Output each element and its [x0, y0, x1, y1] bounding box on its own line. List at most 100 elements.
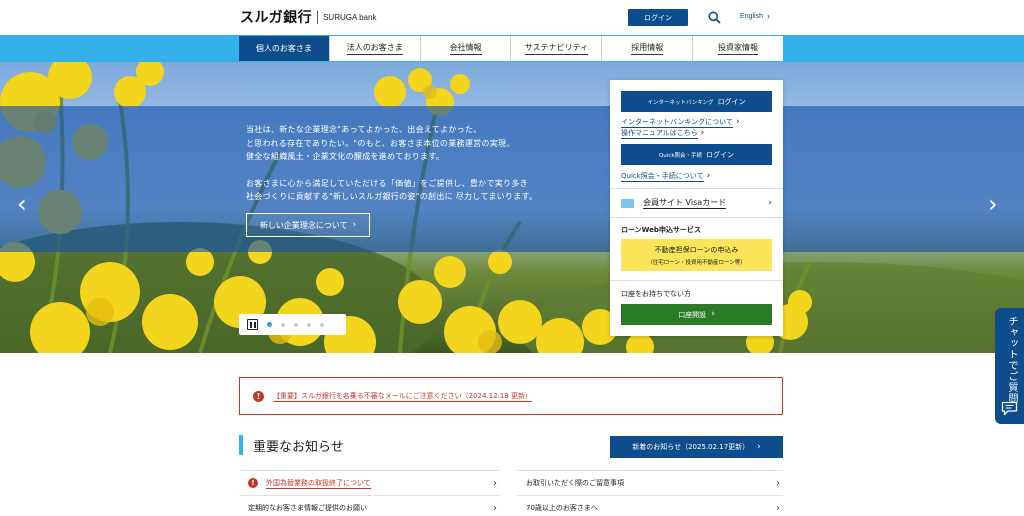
- news-item[interactable]: 70歳以上のお客さまへ ›: [517, 495, 783, 516]
- chevron-right-icon: ›: [493, 502, 497, 514]
- important-alert-banner[interactable]: ! 【重要】スルガ銀行を名乗る不審なメールにご注意ください（2024.12.18…: [239, 377, 783, 415]
- link-label: インターネットバンキングについて: [621, 118, 733, 128]
- carousel-dot[interactable]: [307, 322, 311, 327]
- chevron-right-icon: ›: [776, 502, 780, 514]
- open-account-button[interactable]: 口座開設 ›: [621, 304, 772, 325]
- button-sublabel: Quick照会・手続: [658, 152, 703, 159]
- chat-label: チャットでご質問: [1006, 316, 1017, 404]
- button-label: 不動産担保ローンの申込み: [654, 245, 739, 254]
- search-icon[interactable]: [708, 11, 721, 24]
- carousel-controls: [239, 314, 346, 335]
- alert-exclamation-icon: !: [253, 390, 264, 402]
- carousel-dot[interactable]: [320, 322, 324, 327]
- carousel-next-arrow-icon[interactable]: ›: [988, 192, 998, 216]
- carousel-dot[interactable]: [281, 322, 285, 327]
- logo-japanese: スルガ銀行: [240, 10, 313, 26]
- chat-bubble-icon: [1001, 401, 1018, 416]
- login-panel: インターネットバンキング ログイン インターネットバンキングについて › 操作マ…: [610, 80, 783, 336]
- latest-news-button[interactable]: 新着のお知らせ（2025.02.17更新） ›: [610, 436, 783, 458]
- logo-divider: [317, 10, 319, 24]
- chevron-right-icon: ›: [493, 477, 497, 489]
- english-link[interactable]: English ›: [740, 11, 770, 21]
- manual-link[interactable]: 操作マニュアルはこちら ›: [621, 128, 704, 139]
- nav-tab-company-info[interactable]: 会社情報: [421, 36, 512, 61]
- no-account-heading: 口座をお持ちでない方: [621, 290, 691, 298]
- header-login-button[interactable]: ログイン: [628, 9, 688, 26]
- news-item[interactable]: お取引いただく際のご留意事項 ›: [517, 470, 783, 495]
- hero-paragraph-1: 当社は、新たな企業理念"あってよかった、出会えてよかった、 と思われる存在であり…: [246, 123, 606, 164]
- chevron-right-icon: ›: [735, 117, 740, 127]
- nav-tab-personal[interactable]: 個人のお客さま: [239, 36, 330, 61]
- hero-carousel: 当社は、新たな企業理念"あってよかった、出会えてよかった、 と思われる存在であり…: [0, 62, 1024, 353]
- hero-line: 社会づくりに貢献する"新しいスルガ銀行の姿"の創出に 尽力してまいります。: [246, 192, 538, 201]
- button-sublabel: インターネットバンキング: [647, 99, 714, 106]
- logo-english: SURUGA bank: [323, 12, 377, 22]
- pause-icon[interactable]: [247, 319, 258, 330]
- link-label: 操作マニュアルはこちら: [621, 129, 698, 139]
- link-label: Quick照会・手続について: [621, 172, 704, 182]
- internet-banking-info-link[interactable]: インターネットバンキングについて ›: [621, 117, 740, 128]
- chevron-right-icon: ›: [352, 219, 357, 230]
- button-sublabel: （住宅ローン・投資用不動産ローン等）: [647, 259, 746, 266]
- chevron-right-icon: ›: [706, 171, 711, 181]
- visa-member-site-link[interactable]: 会員サイト Visaカード ›: [621, 196, 772, 210]
- news-item-text: 外国為替業務の取扱終了について: [266, 478, 371, 489]
- hero-line: 健全な組織風土・企業文化の醸成を進めております。: [246, 152, 445, 161]
- hero-message: 当社は、新たな企業理念"あってよかった、出会えてよかった、 と思われる存在であり…: [246, 123, 606, 217]
- news-item[interactable]: ! 外国為替業務の取扱終了について ›: [239, 470, 500, 495]
- button-label: ログイン: [706, 150, 735, 159]
- chevron-right-icon: ›: [768, 197, 772, 208]
- loan-service-heading: ローンWeb申込サービス: [621, 226, 701, 234]
- nav-tabs: 個人のお客さま 法人のお客さま 会社情報 サステナビリティ 採用情報 投資家情報: [239, 36, 783, 61]
- nav-tab-investors[interactable]: 投資家情報: [693, 36, 783, 61]
- panel-divider: [610, 280, 783, 281]
- nav-tab-label: 投資家情報: [718, 42, 759, 55]
- nav-tab-label: サステナビリティ: [524, 42, 589, 55]
- chat-support-tab[interactable]: チャットでご質問: [995, 308, 1024, 424]
- hero-button-label: 新しい企業理念について: [259, 220, 348, 230]
- suruga-bank-logo[interactable]: スルガ銀行 SURUGA bank: [240, 8, 376, 26]
- link-label: 会員サイト Visaカード: [643, 198, 727, 209]
- real-estate-loan-button[interactable]: 不動産担保ローンの申込み （住宅ローン・投資用不動産ローン等）: [621, 239, 772, 271]
- hero-line: お客さまに心から満足していただける「価値」をご提供し、豊かで実り多き: [246, 178, 528, 188]
- hero-line: と思われる存在でありたい。"のもと、お客さま本位の業務運営の実現、: [246, 138, 515, 148]
- carousel-prev-arrow-icon[interactable]: ‹: [17, 192, 27, 216]
- panel-divider: [610, 217, 783, 218]
- credit-card-icon: [621, 198, 634, 208]
- button-label: 口座開設: [678, 310, 707, 319]
- carousel-dot[interactable]: [294, 322, 298, 327]
- alert-link-text[interactable]: 【重要】スルガ銀行を名乗る不審なメールにご注意ください（2024.12.18 更…: [273, 391, 532, 402]
- chevron-right-icon: ›: [776, 477, 780, 489]
- nav-tab-label: 採用情報: [631, 42, 664, 55]
- important-notices-heading: 重要なお知らせ: [239, 435, 344, 455]
- nav-tab-sustainability[interactable]: サステナビリティ: [511, 36, 603, 61]
- hero-paragraph-2: お客さまに心から満足していただける「価値」をご提供し、豊かで実り多き 社会づくり…: [246, 177, 606, 204]
- chevron-right-icon: ›: [766, 11, 770, 21]
- internet-banking-login-button[interactable]: インターネットバンキング ログイン: [621, 91, 772, 112]
- chevron-right-icon: ›: [757, 441, 761, 452]
- alert-exclamation-icon: !: [248, 478, 258, 488]
- global-nav: 個人のお客さま 法人のお客さま 会社情報 サステナビリティ 採用情報 投資家情報: [0, 35, 1024, 62]
- news-item-text: お取引いただく際のご留意事項: [526, 479, 624, 487]
- nav-tab-corporate[interactable]: 法人のお客さま: [330, 36, 421, 61]
- site-header: スルガ銀行 SURUGA bank ログイン English ›: [0, 0, 1024, 35]
- news-item-text: 70歳以上のお客さまへ: [526, 504, 598, 512]
- button-label: 新着のお知らせ（2025.02.17更新）: [632, 443, 750, 451]
- button-label: ログイン: [717, 97, 746, 106]
- chevron-right-icon: ›: [700, 128, 705, 138]
- quick-info-link[interactable]: Quick照会・手続について ›: [621, 171, 710, 182]
- nav-tab-label: 法人のお客さま: [346, 42, 403, 55]
- quick-login-button[interactable]: Quick照会・手続 ログイン: [621, 144, 772, 165]
- nav-tab-recruit[interactable]: 採用情報: [602, 36, 694, 61]
- chevron-right-icon: ›: [711, 309, 715, 319]
- heading-accent-bar: [239, 435, 243, 455]
- english-link-label: English: [740, 13, 763, 20]
- news-item-text: 定期的なお客さま情報ご提供のお願い: [248, 504, 367, 512]
- hero-line: 当社は、新たな企業理念"あってよかった、出会えてよかった、: [246, 125, 482, 134]
- corporate-philosophy-button[interactable]: 新しい企業理念について ›: [246, 213, 370, 237]
- panel-divider: [610, 188, 783, 189]
- news-item[interactable]: 定期的なお客さま情報ご提供のお願い ›: [239, 495, 500, 516]
- section-title: 重要なお知らせ: [253, 439, 344, 455]
- carousel-dot[interactable]: [267, 322, 272, 327]
- nav-tab-label: 会社情報: [449, 42, 482, 55]
